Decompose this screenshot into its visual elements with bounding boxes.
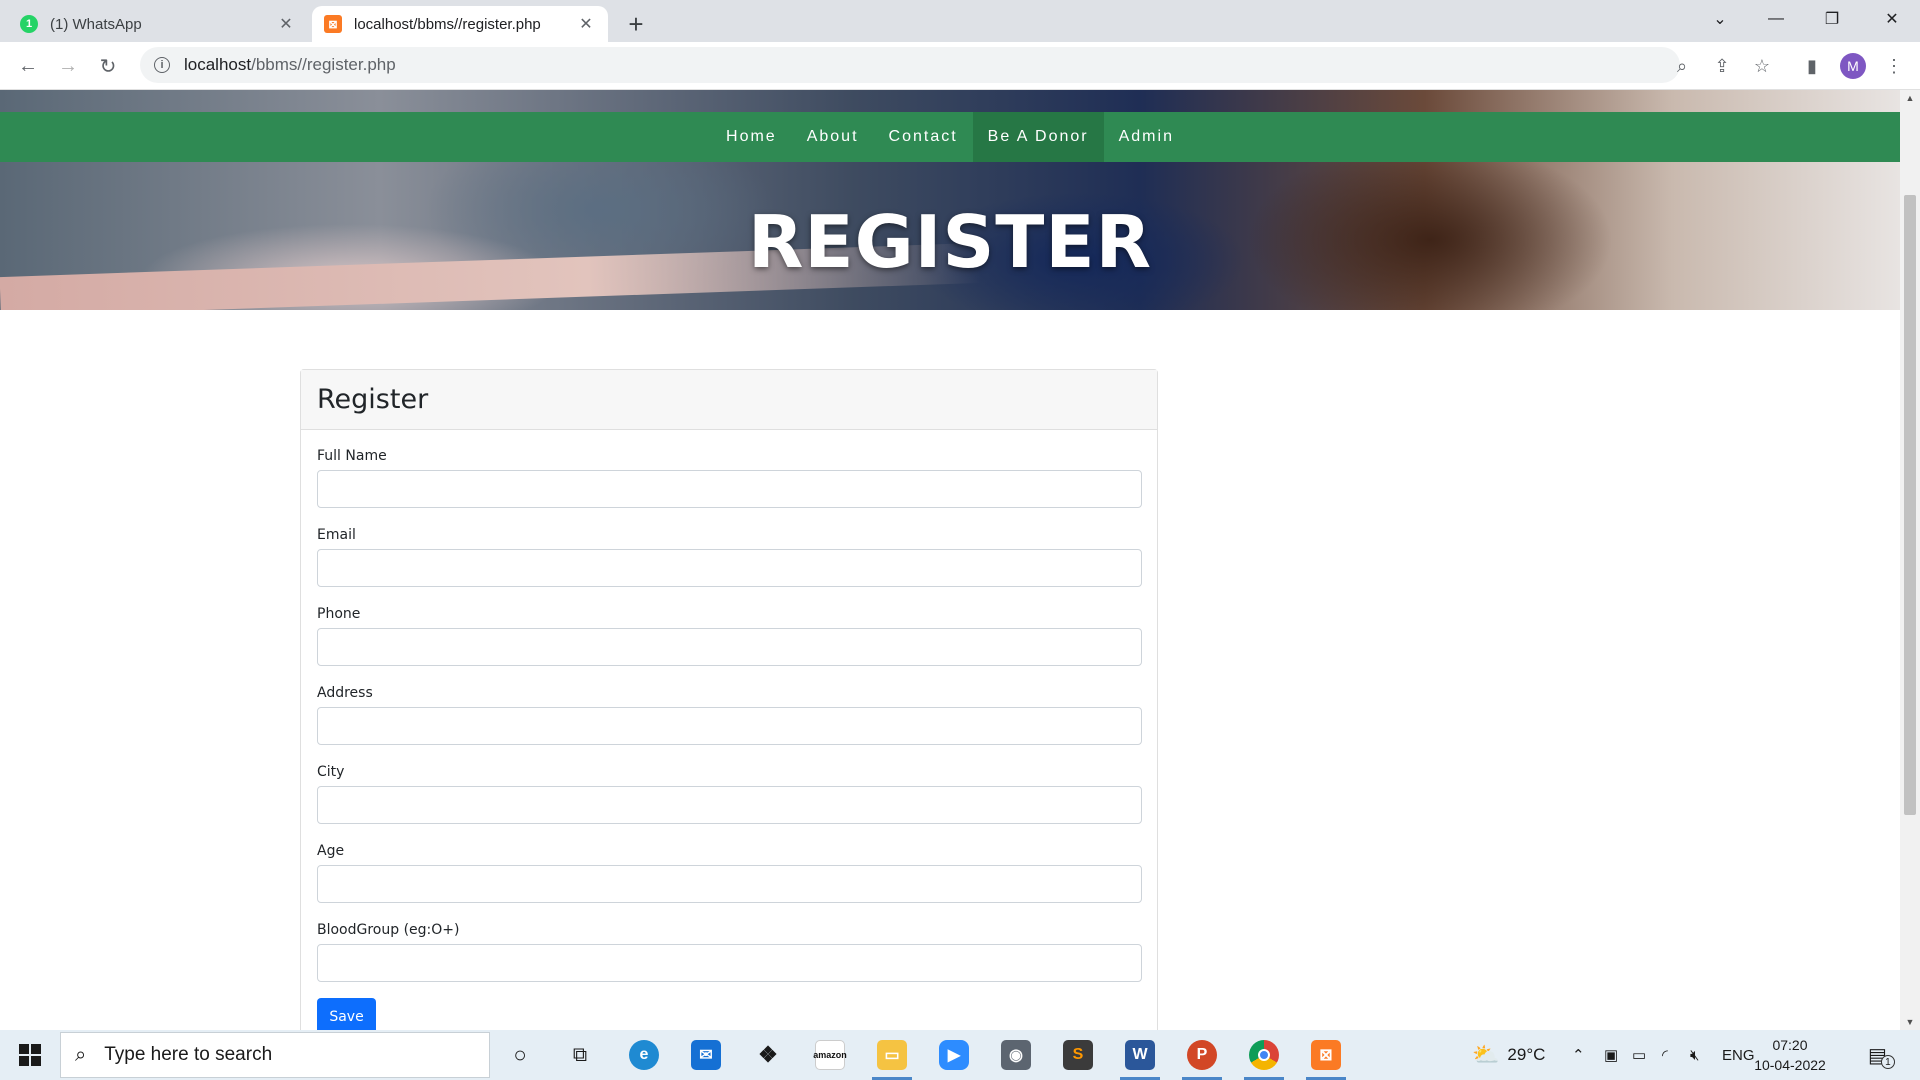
start-button[interactable] [10,1035,50,1075]
edge-icon[interactable]: e [618,1033,670,1077]
word-icon[interactable]: W [1114,1033,1166,1080]
xampp-icon[interactable]: ⊠ [1300,1033,1352,1080]
windows-logo-icon [19,1044,41,1066]
notifications-icon[interactable]: ▤ 1 [1868,1030,1895,1080]
url-host: localhost [184,55,252,74]
camera-icon[interactable]: ◉ [990,1033,1042,1077]
clock-date: 10-04-2022 [1754,1057,1826,1073]
page-scrollbar[interactable]: ▲ ▼ [1900,90,1920,1030]
chrome-icon[interactable] [1238,1033,1290,1080]
dropbox-icon[interactable]: ❖ [742,1033,794,1077]
side-panel-icon[interactable]: ▮ [1798,52,1826,80]
nav-home[interactable]: Home [711,112,792,162]
phone-input[interactable] [317,628,1142,666]
forward-icon[interactable]: → [52,50,84,82]
field-label: Email [317,527,356,543]
field-label: Full Name [317,448,387,464]
nav-be-a-donor[interactable]: Be A Donor [972,112,1104,162]
volume-muted-icon[interactable]: 🔇︎ [1690,1030,1699,1080]
scroll-up-arrow-icon[interactable]: ▲ [1900,90,1920,106]
minimize-button[interactable]: — [1748,0,1804,38]
search-placeholder: Type here to search [104,1044,273,1065]
register-card: Register Full Name Email Phone Address C… [300,369,1158,1030]
mail-icon[interactable]: ✉ [680,1033,732,1077]
cloud-sun-icon: ⛅ [1472,1042,1500,1067]
profile-avatar[interactable]: M [1840,53,1866,79]
field-label: Address [317,685,373,701]
field-label: Phone [317,606,361,622]
chevron-up-icon[interactable]: ⌃ [1572,1030,1585,1080]
field-city: City [317,764,1142,824]
sublime-text-icon[interactable]: S [1052,1033,1104,1077]
search-icon: ⌕ [75,1043,87,1066]
field-label: City [317,764,345,780]
amazon-icon[interactable]: amazon [804,1033,856,1077]
clock-time: 07:20 [1772,1037,1808,1053]
file-explorer-icon[interactable]: ▭ [866,1033,918,1080]
address-input[interactable] [317,707,1142,745]
windows-taskbar: ⌕ Type here to search ○ ⧉ e ✉ ❖ amazon ▭… [0,1030,1920,1080]
bookmark-star-icon[interactable]: ☆ [1748,52,1776,80]
city-input[interactable] [317,786,1142,824]
menu-dots-icon[interactable]: ⋮ [1880,52,1908,80]
tab-title: localhost/bbms//register.php [354,15,541,33]
restore-button[interactable]: ❐ [1804,0,1860,38]
weather-temperature: 29°C [1507,1045,1546,1064]
url-path: /bbms//register.php [251,55,396,74]
page-viewport: REGISTER Home About Contact Be A Donor A… [0,90,1900,1030]
browser-toolbar: ← → ↻ i localhost/bbms//register.php ⌕ ⇪… [0,42,1920,90]
taskbar-search[interactable]: ⌕ Type here to search [60,1032,490,1078]
hero-title: REGISTER [747,200,1153,284]
powerpoint-icon[interactable]: P [1176,1033,1228,1080]
field-address: Address [317,685,1142,745]
address-bar[interactable]: i localhost/bbms//register.php [140,47,1680,83]
site-info-icon[interactable]: i [154,57,170,73]
window-close-button[interactable]: ✕ [1864,0,1920,38]
reload-icon[interactable]: ↻ [92,50,124,82]
back-icon[interactable]: ← [12,50,44,82]
tab-whatsapp[interactable]: 1 (1) WhatsApp ✕ [8,6,308,42]
wifi-icon[interactable]: ◜ [1662,1030,1668,1080]
battery-icon[interactable]: ▭ [1632,1030,1646,1080]
notification-count: 1 [1880,1055,1895,1069]
nav-contact[interactable]: Contact [874,112,973,162]
share-icon[interactable]: ⇪ [1708,52,1736,80]
weather-widget[interactable]: ⛅ 29°C [1472,1030,1545,1080]
nav-admin[interactable]: Admin [1104,112,1189,162]
close-icon[interactable]: ✕ [576,14,596,34]
field-blood-group: BloodGroup (eg:O+) [317,922,1142,982]
site-navbar: Home About Contact Be A Donor Admin [0,112,1900,162]
tab-title: (1) WhatsApp [50,15,142,33]
field-full-name: Full Name [317,448,1142,508]
age-input[interactable] [317,865,1142,903]
close-icon[interactable]: ✕ [276,14,296,34]
tab-register[interactable]: ⊠ localhost/bbms//register.php ✕ [312,6,608,42]
cortana-icon[interactable]: ○ [494,1033,546,1077]
nav-about[interactable]: About [792,112,874,162]
xampp-icon: ⊠ [324,15,342,33]
field-email: Email [317,527,1142,587]
blood-group-input[interactable] [317,944,1142,982]
zoom-app-icon[interactable]: ▶ [928,1033,980,1077]
field-age: Age [317,843,1142,903]
task-view-icon[interactable]: ⧉ [554,1033,606,1077]
field-label: BloodGroup (eg:O+) [317,922,460,938]
whatsapp-icon: 1 [20,15,38,33]
field-phone: Phone [317,606,1142,666]
meet-now-icon[interactable]: ▣ [1604,1030,1618,1080]
system-clock[interactable]: 07:20 10-04-2022 [1745,1035,1835,1075]
field-label: Age [317,843,345,859]
card-title: Register [301,370,1157,430]
register-form: Full Name Email Phone Address City Age B… [301,430,1157,1030]
scroll-down-arrow-icon[interactable]: ▼ [1900,1014,1920,1030]
email-input[interactable] [317,549,1142,587]
save-button[interactable]: Save [317,998,376,1030]
browser-tab-strip: 1 (1) WhatsApp ✕ ⊠ localhost/bbms//regis… [0,0,1920,42]
zoom-icon[interactable]: ⌕ [1668,52,1696,80]
full-name-input[interactable] [317,470,1142,508]
new-tab-button[interactable]: + [620,8,652,40]
scroll-thumb[interactable] [1904,195,1916,815]
tab-search-icon[interactable]: ⌄ [1692,0,1748,38]
